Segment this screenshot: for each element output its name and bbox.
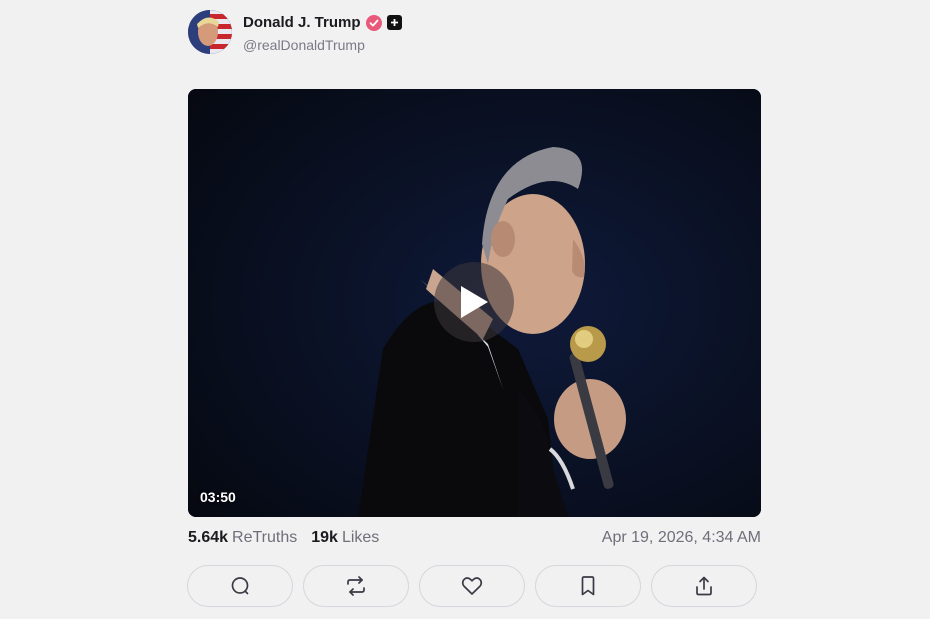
likes-stat[interactable]: 19k Likes (311, 529, 379, 547)
video-duration: 03:50 (200, 489, 236, 505)
retruths-label: ReTruths (232, 529, 298, 546)
video-player[interactable]: 03:50 (188, 89, 761, 517)
action-bar (187, 565, 757, 607)
share-icon (696, 576, 712, 596)
heart-icon (461, 577, 483, 595)
play-button[interactable] (434, 262, 514, 342)
post-stats: 5.64k ReTruths 19k Likes Apr 19, 2026, 4:3… (188, 528, 761, 548)
display-name[interactable]: Donald J. Trump (243, 14, 361, 31)
comment-icon (231, 577, 249, 595)
post-header: Donald J. Trump @realDonaldTrump (188, 10, 402, 54)
plus-badge-icon (386, 15, 402, 30)
handle[interactable]: @realDonaldTrump (243, 37, 402, 53)
share-button[interactable] (651, 565, 757, 607)
post-timestamp[interactable]: Apr 19, 2026, 4:34 AM (602, 529, 761, 547)
bookmark-icon (581, 576, 595, 596)
retruth-button[interactable] (303, 565, 409, 607)
reply-button[interactable] (187, 565, 293, 607)
retruth-icon (347, 576, 365, 596)
like-button[interactable] (419, 565, 525, 607)
likes-count: 19k (311, 529, 338, 546)
avatar[interactable] (188, 10, 232, 54)
bookmark-button[interactable] (535, 565, 641, 607)
retruths-stat[interactable]: 5.64k ReTruths (188, 529, 297, 547)
retruths-count: 5.64k (188, 529, 229, 546)
likes-label: Likes (341, 529, 380, 546)
play-icon (461, 286, 488, 318)
verified-badge-icon (365, 14, 382, 31)
